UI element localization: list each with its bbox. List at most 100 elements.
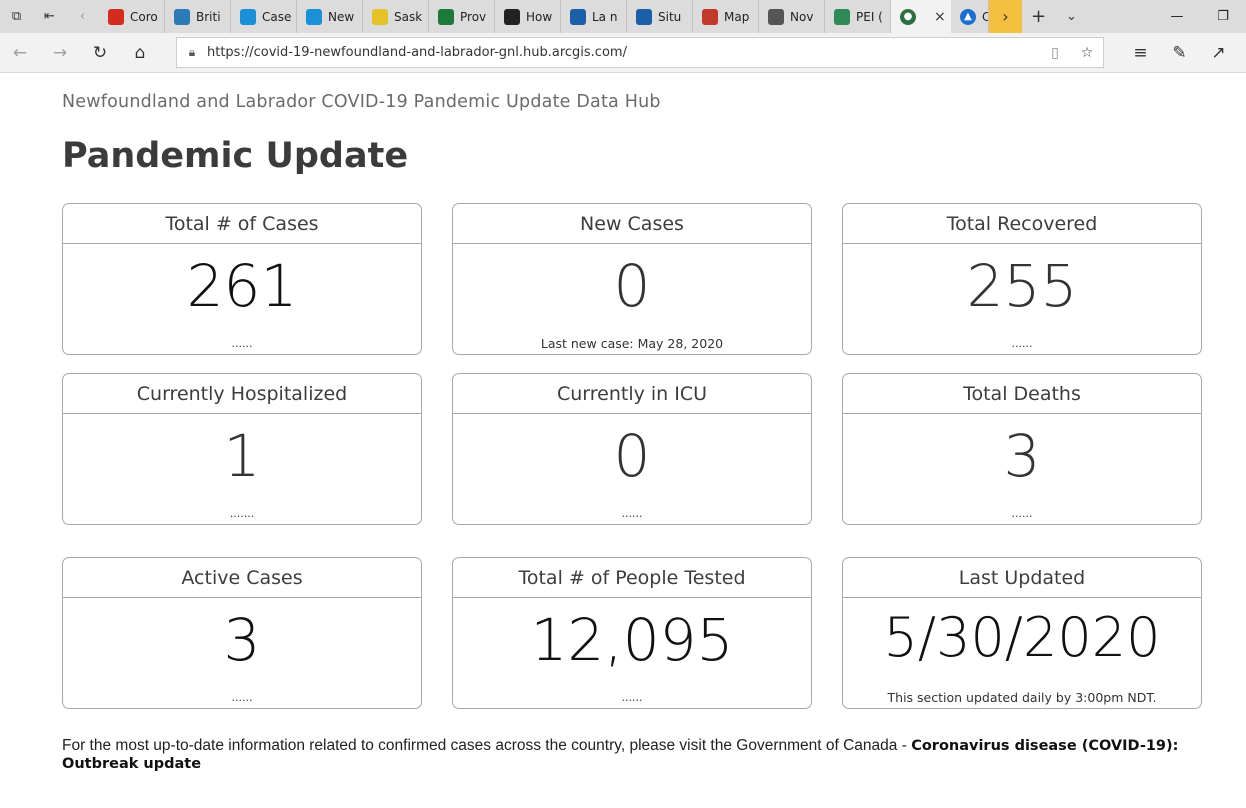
card-icu: Currently in ICU 0 ...... [452, 373, 812, 525]
tab-arcgis[interactable]: ▲ C [951, 0, 989, 33]
browser-tab[interactable]: Coro [99, 0, 165, 33]
card-value: 0 [613, 252, 651, 320]
navigation-bar: ← → ↻ ⌂ 🔒︎ https://covid-19-newfoundland… [0, 33, 1246, 73]
browser-tab[interactable]: New [297, 0, 363, 33]
globe-icon: ● [900, 8, 916, 25]
tab-label: Prov [460, 9, 487, 24]
card-value: 261 [186, 252, 298, 320]
card-footnote: ....... [229, 507, 255, 520]
browser-tab[interactable]: Sask [363, 0, 429, 33]
card-label: New Cases [453, 204, 811, 244]
card-label: Total # of People Tested [453, 558, 811, 598]
card-active-cases: Active Cases 3 ...... [62, 557, 422, 709]
card-value: 5/30/2020 [883, 606, 1161, 669]
card-footnote: ...... [231, 337, 253, 350]
browser-tab[interactable]: Briti [165, 0, 231, 33]
tab-label: Situ [658, 9, 682, 24]
card-label: Currently in ICU [453, 374, 811, 414]
pei-icon [834, 8, 850, 25]
fleur-de-lis-icon [636, 8, 652, 25]
reading-view-icon[interactable]: ▯ [1039, 45, 1071, 61]
manitoba-icon [438, 8, 454, 25]
bc-icon [174, 8, 190, 25]
card-label: Total Deaths [843, 374, 1201, 414]
card-value: 12,095 [530, 606, 734, 674]
pen-icon [702, 8, 718, 25]
ns-icon [768, 8, 784, 25]
toolbar-right: ≡ ✎ ↗ [1121, 33, 1238, 73]
card-footnote: ...... [231, 691, 253, 704]
favorite-star-icon[interactable]: ☆ [1071, 45, 1103, 61]
shield-icon [504, 8, 520, 25]
refresh-icon[interactable]: ↻ [80, 33, 120, 73]
address-bar[interactable]: 🔒︎ https://covid-19-newfoundland-and-lab… [176, 37, 1104, 68]
nb-icon [306, 8, 322, 25]
card-value: 255 [966, 252, 1078, 320]
card-deaths: Total Deaths 3 ...... [842, 373, 1202, 525]
tab-active[interactable]: ● × [891, 0, 951, 33]
tab-label: Briti [196, 9, 221, 24]
card-footnote: Last new case: May 28, 2020 [540, 336, 724, 351]
new-tab-icon[interactable]: + [1022, 0, 1055, 33]
browser-tab[interactable]: Map [693, 0, 759, 33]
url-text[interactable]: https://covid-19-newfoundland-and-labrad… [207, 45, 1039, 60]
lock-icon: 🔒︎ [188, 45, 196, 59]
tab-label: La n [592, 9, 618, 24]
browser-tab[interactable]: How [495, 0, 561, 33]
tab-label: New [328, 9, 355, 24]
alberta-icon [240, 8, 256, 25]
scroll-tabs-left-icon[interactable]: ‹ [66, 0, 99, 33]
card-total-recovered: Total Recovered 255 ...... [842, 203, 1202, 355]
home-icon[interactable]: ⌂ [120, 33, 160, 73]
tab-label: Map [724, 9, 750, 24]
browser-tab[interactable]: Situ [627, 0, 693, 33]
card-footnote: ...... [621, 691, 643, 704]
card-footnote: This section updated daily by 3:00pm NDT… [887, 690, 1157, 705]
card-label: Total # of Cases [63, 204, 421, 244]
card-new-cases: New Cases 0 Last new case: May 28, 2020 [452, 203, 812, 355]
card-value: 3 [1003, 422, 1041, 490]
card-value: 0 [613, 422, 651, 490]
tab-strip: ⧉ ⇤ ‹ Coro Briti Case New Sask Prov How La n Sit… [0, 0, 1246, 33]
card-last-updated: Last Updated 5/30/2020 This section upda… [842, 557, 1202, 709]
forward-icon[interactable]: → [40, 33, 80, 73]
card-footnote: ...... [1011, 507, 1033, 520]
tab-label: Sask [394, 9, 423, 24]
tab-preview-chevron-icon[interactable]: ⌄ [1055, 0, 1088, 33]
scroll-tabs-right-icon[interactable]: › [989, 0, 1022, 33]
browser-tab[interactable]: Prov [429, 0, 495, 33]
card-label: Active Cases [63, 558, 421, 598]
page-subtitle: Newfoundland and Labrador COVID-19 Pande… [62, 92, 661, 112]
share-icon[interactable]: ↗ [1199, 33, 1238, 73]
card-hospitalized: Currently Hospitalized 1 ....... [62, 373, 422, 525]
tab-label: PEI ( [856, 9, 883, 24]
sask-icon [372, 8, 388, 25]
card-label: Total Recovered [843, 204, 1201, 244]
back-icon[interactable]: ← [0, 33, 40, 73]
tab-label: Case [262, 9, 292, 24]
tab-manager-icon[interactable]: ⧉ [0, 0, 33, 33]
tab-label: Coro [130, 9, 158, 24]
footer-text: For the most up-to-date information rela… [62, 737, 912, 754]
footer-note: For the most up-to-date information rela… [62, 737, 1202, 773]
card-footnote: ...... [621, 507, 643, 520]
tab-label: Nov [790, 9, 814, 24]
card-footnote: ...... [1011, 337, 1033, 350]
restore-icon[interactable]: ❐ [1200, 0, 1246, 33]
set-aside-tabs-icon[interactable]: ⇤ [33, 0, 66, 33]
browser-tab[interactable]: Case [231, 0, 297, 33]
page-title: Pandemic Update [62, 136, 409, 176]
card-total-cases: Total # of Cases 261 ...... [62, 203, 422, 355]
card-label: Last Updated [843, 558, 1201, 598]
minimize-icon[interactable]: — [1154, 0, 1200, 33]
close-tab-icon[interactable]: × [934, 9, 946, 25]
browser-tab[interactable]: Nov [759, 0, 825, 33]
browser-tab[interactable]: PEI ( [825, 0, 891, 33]
card-value: 1 [223, 422, 261, 490]
favorites-list-icon[interactable]: ≡ [1121, 33, 1160, 73]
card-label: Currently Hospitalized [63, 374, 421, 414]
web-note-icon[interactable]: ✎ [1160, 33, 1199, 73]
browser-tab[interactable]: La n [561, 0, 627, 33]
arcgis-icon: ▲ [960, 8, 976, 25]
maple-leaf-icon [108, 8, 124, 25]
